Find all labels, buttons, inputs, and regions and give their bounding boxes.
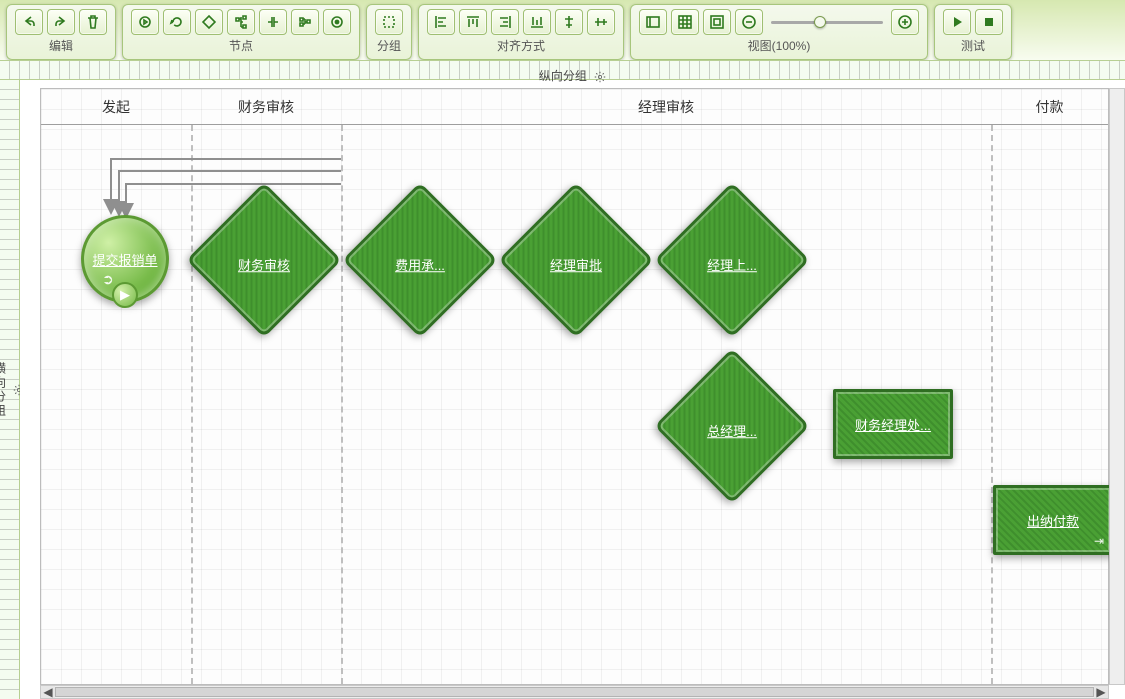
stop-button[interactable] <box>975 9 1003 35</box>
decision-node-mgr-approve[interactable]: 经理审批 <box>498 182 654 338</box>
toolgroup-view-label: 视图(100%) <box>748 35 811 56</box>
align-bottom-button[interactable] <box>523 9 551 35</box>
toolgroup-edit: 编辑 <box>6 4 116 60</box>
zoom-in-button[interactable] <box>891 9 919 35</box>
tree-node-button[interactable] <box>227 9 255 35</box>
toolgroup-align-label: 对齐方式 <box>497 35 545 56</box>
view-actual-button[interactable] <box>639 9 667 35</box>
play-icon: ▶ <box>112 282 138 308</box>
task-node-fin-mgr[interactable]: 财务经理处... <box>833 389 953 459</box>
view-grid-button[interactable] <box>671 9 699 35</box>
hjoin-node-button[interactable] <box>259 9 287 35</box>
toolbar: 编辑 节点 分组 对齐方式 <box>0 0 1125 60</box>
align-top-button[interactable] <box>459 9 487 35</box>
task-node-pay[interactable]: 出纳付款⇥ <box>993 485 1113 555</box>
start-node-button[interactable] <box>131 9 159 35</box>
scroll-right-button[interactable]: ▶ <box>1094 686 1108 698</box>
horizontal-group-title: 横向分组 <box>0 80 20 699</box>
start-node[interactable]: 提交报销单 ➲ ▶ <box>81 215 169 303</box>
align-right-button[interactable] <box>491 9 519 35</box>
scrollbar-vertical[interactable] <box>1109 88 1125 685</box>
view-fit-button[interactable] <box>703 9 731 35</box>
decision-node-cost[interactable]: 费用承... <box>342 182 498 338</box>
lane-header[interactable]: 发起 <box>41 89 191 125</box>
toolgroup-node-label: 节点 <box>229 35 253 56</box>
toolgroup-group: 分组 <box>366 4 412 60</box>
decision-node-mgr-up[interactable]: 经理上... <box>654 182 810 338</box>
toolgroup-view: 视图(100%) <box>630 4 928 60</box>
toolgroup-group-label: 分组 <box>377 35 401 56</box>
lane-header[interactable]: 经理审核 <box>341 89 991 125</box>
zoom-out-button[interactable] <box>735 9 763 35</box>
undo-button[interactable] <box>15 9 43 35</box>
lane-separator <box>191 125 193 684</box>
toolgroup-test-label: 测试 <box>961 35 985 56</box>
vsplit-node-button[interactable] <box>291 9 319 35</box>
align-left-button[interactable] <box>427 9 455 35</box>
scrollbar-horizontal[interactable]: ◀ ▶ <box>40 685 1109 699</box>
canvas[interactable]: 纵向分组 发起 财务审核 经理审核 付款 <box>40 88 1109 685</box>
toolgroup-node: 节点 <box>122 4 360 60</box>
exit-icon: ⇥ <box>1094 534 1104 548</box>
align-vcenter-button[interactable] <box>587 9 615 35</box>
end-node-button[interactable] <box>323 9 351 35</box>
decision-node-finance[interactable]: 财务审核 <box>186 182 342 338</box>
toolgroup-test: 测试 <box>934 4 1012 60</box>
scroll-left-button[interactable]: ◀ <box>41 686 55 698</box>
gear-icon[interactable] <box>594 71 606 83</box>
delete-button[interactable] <box>79 9 107 35</box>
lane-header[interactable]: 财务审核 <box>191 89 341 125</box>
lane-separator <box>341 125 343 684</box>
align-hcenter-button[interactable] <box>555 9 583 35</box>
redo-button[interactable] <box>47 9 75 35</box>
toolgroup-align: 对齐方式 <box>418 4 624 60</box>
loop-node-button[interactable] <box>163 9 191 35</box>
enter-icon: ➲ <box>102 271 114 288</box>
canvas-area: 纵向分组 发起 财务审核 经理审核 付款 <box>20 80 1125 699</box>
decision-node-gm[interactable]: 总经理... <box>654 348 810 504</box>
vertical-group-title: 纵向分组 <box>41 67 1108 89</box>
zoom-slider[interactable] <box>767 9 887 35</box>
scroll-thumb[interactable] <box>55 687 1094 697</box>
toolgroup-edit-label: 编辑 <box>49 35 73 56</box>
decision-node-button[interactable] <box>195 9 223 35</box>
group-marquee-button[interactable] <box>375 9 403 35</box>
lane-separator <box>991 125 993 684</box>
lane-header[interactable]: 付款 <box>991 89 1108 125</box>
run-button[interactable] <box>943 9 971 35</box>
